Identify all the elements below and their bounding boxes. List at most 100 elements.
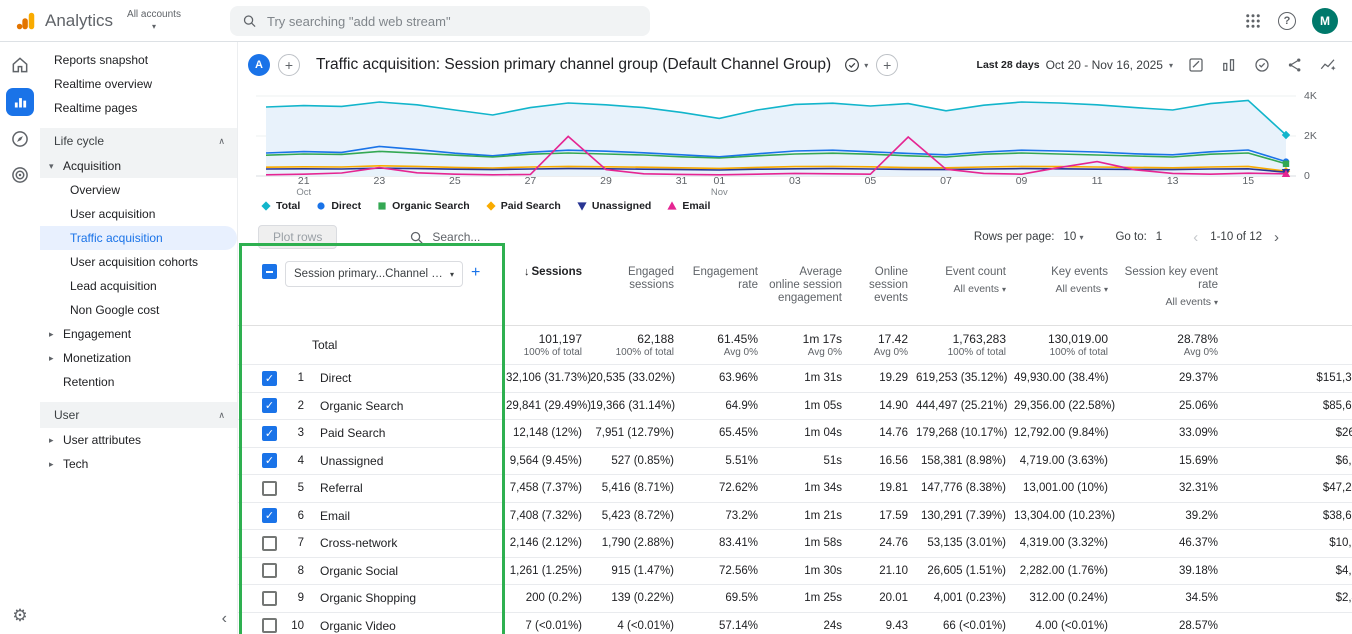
row-checkbox[interactable]: ✓ [262, 371, 277, 386]
legend-item-unassigned[interactable]: Unassigned [576, 200, 652, 212]
x-axis-label: 13 [1153, 176, 1193, 187]
date-range-picker[interactable]: Last 28 days Oct 20 - Nov 16, 2025 ▾ [977, 58, 1173, 72]
account-switcher[interactable]: All accounts ▾ [127, 9, 181, 32]
table-row-direct: ✓1Direct32,106 (31.73%)20,535 (33.02%)63… [238, 364, 1352, 392]
metric-scope-select[interactable]: All events ▾ [1166, 296, 1218, 309]
google-apps-grid-icon[interactable] [1244, 12, 1262, 30]
column-header-sessions[interactable]: ↓Sessions [506, 256, 590, 325]
legend-item-paid-search[interactable]: Paid Search [485, 200, 561, 212]
row-checkbox[interactable] [262, 536, 277, 551]
legend-item-email[interactable]: Email [666, 200, 710, 212]
nav-monetization[interactable]: ▸Monetization [40, 346, 237, 370]
insights-icon[interactable] [1318, 55, 1338, 75]
x-axis-label: 11 [1077, 176, 1117, 187]
nav-user-acquisition-cohorts[interactable]: User acquisition cohorts [40, 250, 237, 274]
row-checkbox[interactable] [262, 481, 277, 496]
nav-user-attributes[interactable]: ▸User attributes [40, 428, 237, 452]
brand[interactable]: Analytics [0, 10, 113, 32]
metric-cell: 158,381 (8.98%) [916, 455, 1014, 467]
table-search-input[interactable] [432, 230, 562, 244]
nav-overview[interactable]: Overview [40, 178, 237, 202]
collapse-section-icon[interactable]: ∧ [218, 410, 225, 421]
edit-comparisons-icon[interactable] [1186, 55, 1206, 75]
column-header-event-count[interactable]: Event countAll events ▾ [916, 256, 1014, 325]
share-icon[interactable] [1285, 55, 1305, 75]
table-search[interactable] [409, 230, 562, 245]
nav-acquisition[interactable]: ▾Acquisition [40, 154, 237, 178]
nav-engagement[interactable]: ▸Engagement [40, 322, 237, 346]
metric-scope-select[interactable]: All events ▾ [1056, 283, 1108, 296]
table-row-organic-social: 8Organic Social1,261 (1.25%)915 (1.47%)7… [238, 557, 1352, 585]
nav-life-cycle[interactable]: Life cycle∧ [40, 128, 237, 154]
reports-icon[interactable] [6, 88, 34, 116]
channel-name: Organic Search [312, 399, 506, 413]
check-circle-icon [843, 56, 861, 74]
collapse-section-icon[interactable]: ∧ [218, 136, 225, 147]
advertising-icon[interactable] [7, 162, 33, 188]
home-icon[interactable] [7, 52, 33, 78]
add-comparison-icon[interactable]: + [278, 54, 300, 76]
legend-item-total[interactable]: Total [260, 200, 300, 212]
nav-traffic-acquisition[interactable]: Traffic acquisition [40, 226, 237, 250]
legend-item-organic-search[interactable]: Organic Search [376, 200, 470, 212]
row-checkbox[interactable] [262, 563, 277, 578]
channel-name: Unassigned [312, 454, 506, 468]
row-checkbox[interactable]: ✓ [262, 453, 277, 468]
nav-non-google-cost[interactable]: Non Google cost [40, 298, 237, 322]
add-metric-icon[interactable]: + [876, 54, 898, 76]
column-header-average-online-session-engagement[interactable]: Average online session engagement [766, 256, 850, 325]
explore-icon[interactable] [7, 126, 33, 152]
global-search-input[interactable] [267, 14, 638, 29]
line-area-chart[interactable] [256, 88, 1296, 180]
nav-retention[interactable]: Retention [40, 370, 237, 394]
report-status[interactable]: ▾ [843, 56, 868, 74]
column-header-key-events[interactable]: Key eventsAll events ▾ [1014, 256, 1116, 325]
add-secondary-dimension-button[interactable]: + [471, 264, 480, 282]
help-icon[interactable]: ? [1278, 12, 1296, 30]
metric-scope-select[interactable]: All events ▾ [954, 283, 1006, 296]
next-page-icon[interactable]: › [1271, 229, 1282, 246]
row-checkbox[interactable] [262, 618, 277, 633]
metric-cell: 12,792.00 (9.84%) [1014, 427, 1116, 439]
column-header-session-key-event-rate[interactable]: Session key event rateAll events ▾ [1116, 256, 1226, 325]
legend-item-direct[interactable]: Direct [315, 200, 361, 212]
nav-realtime-overview[interactable]: Realtime overview [40, 72, 237, 96]
goto-page-input[interactable]: 1 [1156, 231, 1162, 243]
metric-cell: 1,790 (2.88%) [590, 537, 682, 549]
row-checkbox[interactable]: ✓ [262, 398, 277, 413]
table-body: ✓1Direct32,106 (31.73%)20,535 (33.02%)63… [238, 364, 1352, 634]
caret-down-icon: ▾ [1079, 233, 1083, 242]
select-all-checkbox[interactable] [262, 264, 277, 279]
collapse-nav-icon[interactable]: ‹ [222, 610, 227, 628]
metric-cell: 19.81 [850, 482, 916, 494]
metric-cell: 16.56 [850, 455, 916, 467]
avatar[interactable]: M [1312, 8, 1338, 34]
nav-user[interactable]: User∧ [40, 402, 237, 428]
row-index: 1 [282, 372, 312, 384]
rows-per-page-select[interactable]: 10 ▾ [1063, 231, 1083, 243]
nav-tech[interactable]: ▸Tech [40, 452, 237, 476]
column-header-engaged-sessions[interactable]: Engaged sessions [590, 256, 682, 325]
metric-cell: 72.56% [682, 565, 766, 577]
plot-rows-button[interactable]: Plot rows [258, 225, 337, 249]
metric-cell: 7 (<0.01%) [506, 620, 590, 632]
nav-lead-acquisition[interactable]: Lead acquisition [40, 274, 237, 298]
nav-user-acquisition[interactable]: User acquisition [40, 202, 237, 226]
data-quality-icon[interactable] [1252, 55, 1272, 75]
column-header-revenue-cut[interactable] [1226, 256, 1352, 325]
nav-realtime-pages[interactable]: Realtime pages [40, 96, 237, 120]
previous-page-icon[interactable]: ‹ [1190, 229, 1201, 246]
compare-reports-icon[interactable] [1219, 55, 1239, 75]
metric-cell: 2,282.00 (1.76%) [1014, 565, 1116, 577]
nav-reports-snapshot[interactable]: Reports snapshot [40, 48, 237, 72]
row-checkbox[interactable]: ✓ [262, 508, 277, 523]
row-checkbox[interactable] [262, 591, 277, 606]
admin-settings-icon[interactable]: ⚙ [12, 606, 27, 626]
column-header-online-session-events[interactable]: Online session events [850, 256, 916, 325]
comparison-badge[interactable]: A [248, 54, 270, 76]
column-header-engagement-rate[interactable]: Engagement rate [682, 256, 766, 325]
dimension-selector[interactable]: Session primary...Channel Group) ▾ [285, 261, 463, 287]
metric-cell: 312.00 (0.24%) [1014, 592, 1116, 604]
global-search[interactable] [230, 6, 650, 36]
row-checkbox[interactable]: ✓ [262, 426, 277, 441]
